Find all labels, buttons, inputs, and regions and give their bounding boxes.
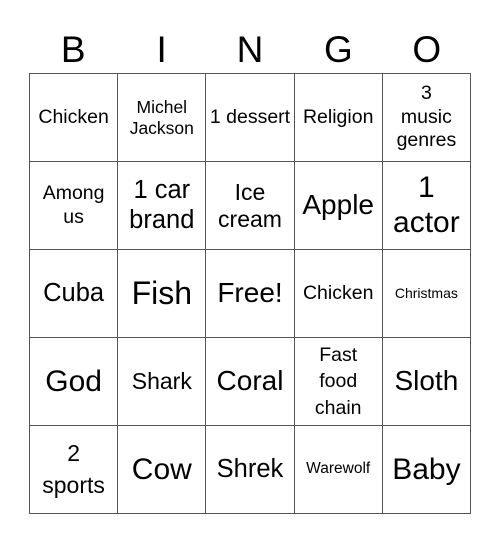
bingo-card: Chicken Michel Jackson 1 dessert Religio… [29, 73, 471, 514]
bingo-cell[interactable]: Fish [118, 250, 207, 338]
bingo-cell[interactable]: 2 sports [30, 426, 119, 514]
bingo-cell[interactable]: Fast food chain [294, 338, 383, 426]
bingo-cell[interactable]: Religion [294, 74, 383, 162]
bingo-cell[interactable]: Cow [118, 426, 207, 514]
bingo-cell[interactable]: Free! [206, 250, 295, 338]
bingo-cell[interactable]: Among us [30, 162, 119, 250]
bingo-cell[interactable]: Michel Jackson [118, 74, 207, 162]
header-letter-g: G [323, 29, 353, 70]
bingo-header: B I N G O [29, 28, 471, 72]
bingo-cell[interactable]: Chicken [294, 250, 383, 338]
bingo-cell[interactable]: Baby [382, 426, 471, 514]
bingo-cell[interactable]: 1 dessert [206, 74, 295, 162]
header-letter-n: N [236, 29, 264, 70]
header-letter-b: B [60, 29, 86, 70]
bingo-cell[interactable]: Shrek [206, 426, 295, 514]
header-letter-o: O [412, 29, 442, 70]
bingo-cell[interactable]: 1 car brand [118, 162, 207, 250]
bingo-cell[interactable]: 1 actor [382, 162, 471, 250]
bingo-cell[interactable]: Chicken [30, 74, 119, 162]
bingo-cell[interactable]: Coral [206, 338, 295, 426]
bingo-cell[interactable]: God [30, 338, 119, 426]
bingo-cell[interactable]: Sloth [382, 338, 471, 426]
bingo-cell[interactable]: Shark [118, 338, 207, 426]
bingo-cell[interactable]: Ice cream [206, 162, 295, 250]
bingo-cell[interactable]: Christmas [382, 250, 471, 338]
bingo-cell[interactable]: Warewolf [294, 426, 383, 514]
bingo-cell[interactable]: Cuba [30, 250, 119, 338]
header-letter-i: I [156, 29, 167, 70]
bingo-cell[interactable]: 3 music genres [382, 74, 471, 162]
bingo-cell[interactable]: Apple [294, 162, 383, 250]
